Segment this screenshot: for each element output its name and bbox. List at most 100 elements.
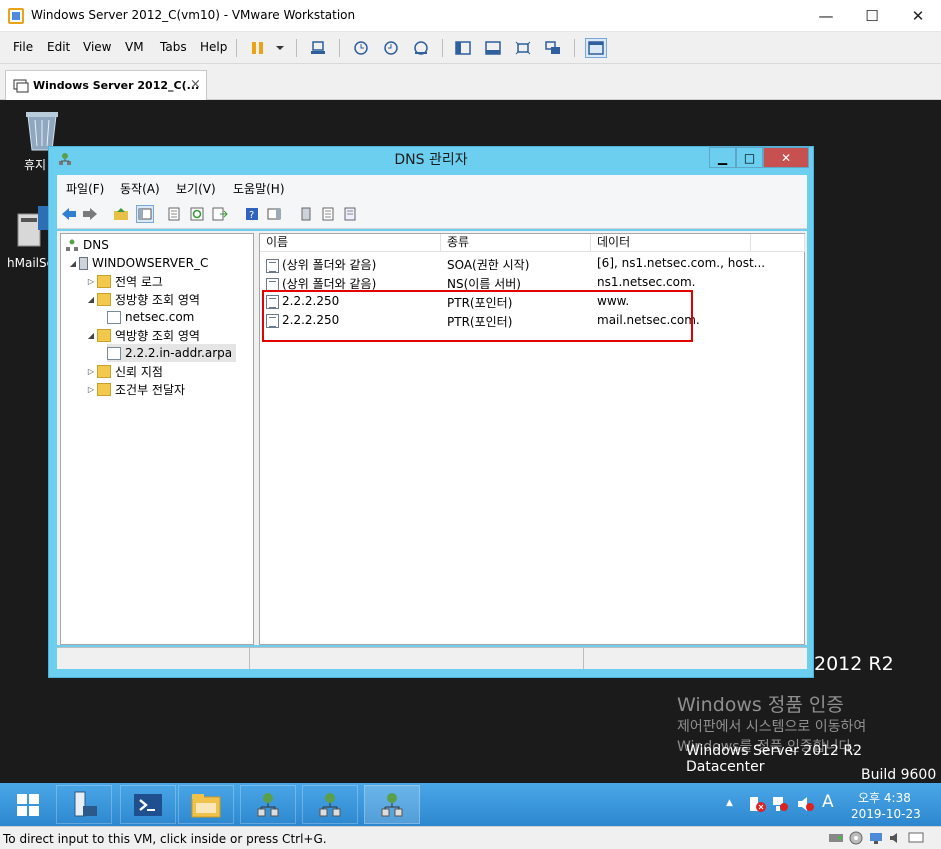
minimize-button[interactable]: — — [803, 0, 849, 32]
back-icon[interactable] — [60, 205, 78, 223]
recycle-bin-label: 휴지 — [24, 158, 47, 172]
dns-menubar: 파일(F) 동작(A) 보기(V) 도움말(H) — [57, 175, 807, 199]
dns-menu-help[interactable]: 도움말(H) — [233, 180, 285, 197]
column-header-data[interactable]: 데이터 — [591, 234, 751, 252]
revert-snapshot-icon[interactable] — [380, 38, 402, 58]
network-adapter-icon[interactable] — [868, 831, 884, 848]
dns-root-icon — [65, 239, 79, 252]
snapshot-icon[interactable] — [350, 38, 372, 58]
export-list-icon[interactable] — [211, 205, 229, 223]
up-folder-icon[interactable] — [112, 205, 130, 223]
dns-menu-view[interactable]: 보기(V) — [176, 180, 216, 197]
zone-records-icon[interactable] — [341, 205, 359, 223]
forward-icon[interactable] — [81, 205, 99, 223]
server-icon[interactable] — [297, 205, 315, 223]
file-explorer-button[interactable] — [178, 785, 234, 824]
console-view-icon[interactable] — [482, 38, 504, 58]
expand-arrow-icon[interactable]: ▷ — [85, 367, 97, 376]
ime-indicator[interactable]: A — [822, 792, 834, 812]
show-hide-tree-icon[interactable] — [136, 205, 154, 223]
message-log-icon[interactable] — [908, 831, 924, 848]
tree-label: 전역 로그 — [115, 274, 163, 289]
collapse-arrow-icon[interactable]: ◢ — [85, 295, 97, 304]
tree-item-global-log[interactable]: ▷ 전역 로그 — [85, 272, 163, 290]
dns-maximize-button[interactable]: □ — [736, 147, 763, 168]
cd-drive-icon[interactable] — [848, 831, 864, 848]
dns-menu-file[interactable]: 파일(F) — [66, 180, 104, 197]
expand-arrow-icon[interactable]: ▷ — [85, 385, 97, 394]
collapse-arrow-icon[interactable]: ◢ — [67, 259, 79, 268]
network-icon[interactable] — [771, 795, 789, 816]
new-record-icon[interactable] — [319, 205, 337, 223]
maximize-button[interactable]: ☐ — [849, 0, 895, 32]
server-manager-button[interactable] — [56, 785, 112, 824]
snapshot-manager-icon[interactable] — [410, 38, 432, 58]
menu-vm[interactable]: VM — [125, 40, 144, 54]
dns-taskbar-button-1[interactable] — [240, 785, 296, 824]
menu-tabs[interactable]: Tabs — [160, 40, 187, 54]
highlight-box — [262, 290, 693, 342]
collapse-arrow-icon[interactable]: ◢ — [85, 331, 97, 340]
tree-item-trust-points[interactable]: ▷ 신뢰 지점 — [85, 362, 163, 380]
toolbar-separator — [574, 39, 575, 57]
expand-arrow-icon[interactable]: ▷ — [85, 277, 97, 286]
toolbar-separator — [442, 39, 443, 57]
column-header-name[interactable]: 이름 — [260, 234, 441, 252]
tree-label: WINDOWSERVER_C — [92, 256, 209, 270]
dns-toolbar: ? — [57, 199, 807, 229]
menu-view[interactable]: View — [83, 40, 111, 54]
clock-time[interactable]: 오후 4:38 — [858, 789, 911, 806]
tree-label: 조건부 전달자 — [115, 382, 186, 397]
console-tree: DNS ◢ WINDOWSERVER_C ▷ 전역 로그 ◢ 정방향 조회 영역… — [60, 233, 254, 645]
library-view-icon[interactable] — [585, 38, 607, 58]
tree-item-reverse-zones[interactable]: ◢ 역방향 조회 영역 — [85, 326, 200, 344]
vmware-status-bar: To direct input to this VM, click inside… — [0, 826, 941, 849]
start-button[interactable] — [0, 785, 56, 824]
unity-icon[interactable] — [542, 38, 564, 58]
tree-item-server[interactable]: ◢ WINDOWSERVER_C — [67, 254, 208, 272]
toolbar-separator — [339, 39, 340, 57]
server-icon — [79, 256, 88, 270]
properties-icon[interactable] — [165, 205, 183, 223]
tree-item-forward-zones[interactable]: ◢ 정방향 조회 영역 — [85, 290, 200, 308]
help-icon[interactable]: ? — [243, 205, 261, 223]
column-header-empty — [751, 234, 805, 252]
volume-muted-icon[interactable] — [796, 795, 814, 816]
action-center-icon[interactable] — [748, 795, 766, 816]
show-hidden-icons-button[interactable]: ▲ — [726, 798, 733, 808]
vmware-tab-strip: Windows Server 2012_C(... × — [0, 64, 941, 100]
dns-manager-window[interactable]: DNS 관리자 ▁ □ ✕ 파일(F) 동작(A) 보기(V) 도움말(H) ?… — [48, 146, 814, 678]
menu-help[interactable]: Help — [200, 40, 227, 54]
menu-edit[interactable]: Edit — [47, 40, 70, 54]
send-ctrl-alt-del-icon[interactable] — [307, 38, 329, 58]
menu-file[interactable]: File — [13, 40, 33, 54]
clock-date[interactable]: 2019-10-23 — [851, 807, 921, 821]
tree-item-netsec-zone[interactable]: netsec.com — [107, 308, 194, 326]
tree-item-conditional-forwarders[interactable]: ▷ 조건부 전달자 — [85, 380, 185, 398]
action-pane-icon[interactable] — [265, 205, 283, 223]
tree-item-reverse-zone-selected[interactable]: 2.2.2.in-addr.arpa — [107, 344, 237, 362]
chevron-down-icon[interactable] — [269, 38, 291, 58]
tree-item-dns-root[interactable]: DNS — [65, 236, 109, 254]
table-row[interactable]: (상위 폴더와 같음) SOA(권한 시작) [6], ns1.netsec.c… — [260, 254, 804, 273]
dns-menu-action[interactable]: 동작(A) — [120, 180, 160, 197]
vm-tab[interactable]: Windows Server 2012_C(... × — [5, 70, 207, 100]
hard-disk-icon[interactable] — [828, 831, 844, 848]
dns-close-button[interactable]: ✕ — [763, 147, 809, 168]
sidebar-toggle-icon[interactable] — [452, 38, 474, 58]
close-button[interactable]: ✕ — [895, 0, 941, 32]
column-header-type[interactable]: 종류 — [441, 234, 591, 252]
refresh-icon[interactable] — [188, 205, 206, 223]
fullscreen-icon[interactable] — [512, 38, 534, 58]
pause-icon[interactable] — [247, 38, 269, 58]
tab-close-icon[interactable]: × — [190, 77, 201, 92]
sound-card-icon[interactable] — [888, 831, 904, 848]
vm-icon — [13, 79, 29, 93]
dns-minimize-button[interactable]: ▁ — [709, 147, 736, 168]
tree-label: 역방향 조회 영역 — [115, 328, 200, 343]
dns-taskbar-button-active[interactable] — [364, 785, 420, 824]
dns-taskbar-button-2[interactable] — [302, 785, 358, 824]
tree-label: 정방향 조회 영역 — [115, 292, 200, 307]
tree-label: 2.2.2.in-addr.arpa — [125, 346, 233, 360]
powershell-button[interactable] — [120, 785, 176, 824]
